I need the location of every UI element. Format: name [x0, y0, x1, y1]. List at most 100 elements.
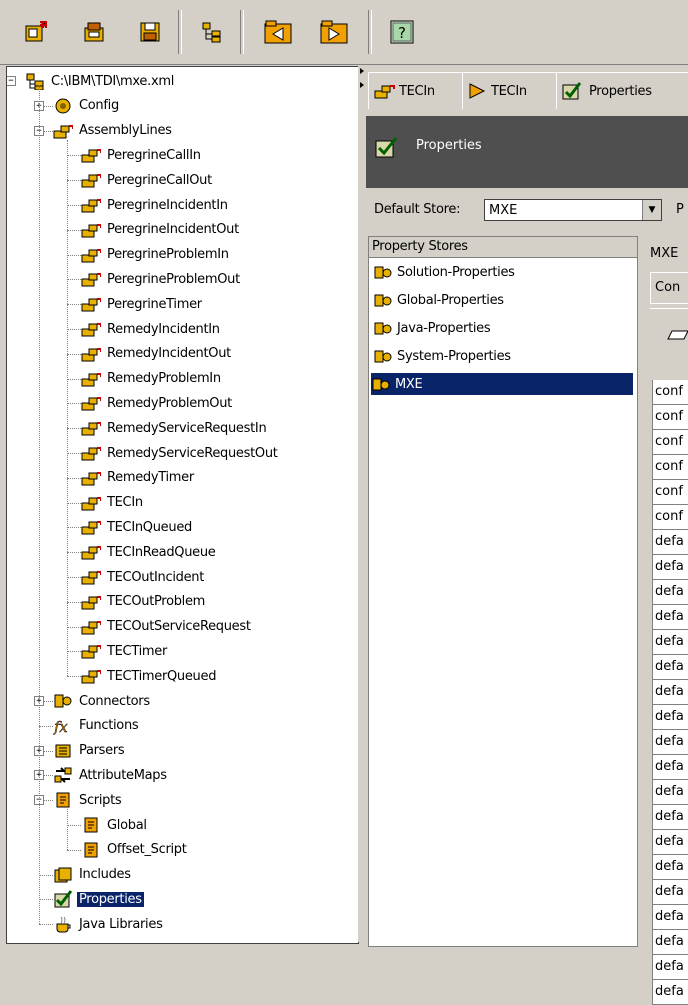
pane-splitter[interactable] [358, 66, 366, 942]
table-cell[interactable]: defa [652, 605, 688, 630]
tab-tecin-1[interactable]: TECIn [368, 72, 468, 109]
tree-item-config[interactable]: Config [53, 95, 121, 117]
gear-icon [53, 97, 73, 115]
table-cell[interactable]: defa [652, 755, 688, 780]
tree-item-assembly-line[interactable]: TECOutProblem [81, 591, 207, 613]
tree-item-script[interactable]: Offset_Script [81, 839, 189, 861]
table-cell[interactable]: defa [652, 705, 688, 730]
table-cell[interactable]: defa [652, 530, 688, 555]
table-cell[interactable]: defa [652, 905, 688, 930]
table-cell[interactable]: defa [652, 630, 688, 655]
table-cell[interactable]: defa [652, 805, 688, 830]
tree-view-button[interactable] [198, 18, 226, 46]
table-cell[interactable]: defa [652, 980, 688, 1005]
tree-connector [67, 626, 81, 628]
tree-item-scripts[interactable]: Scripts [53, 789, 123, 811]
tree-connector [39, 85, 40, 925]
new-assembly-line-button[interactable] [22, 18, 50, 46]
property-store-item[interactable]: System-Properties [373, 345, 511, 367]
tree-item-assembly-line[interactable]: TECTimer [81, 640, 169, 662]
assembly-line-icon [81, 518, 101, 536]
tree-item-assembly-line[interactable]: RemedyServiceRequestOut [81, 442, 280, 464]
tree-item-assembly-line[interactable]: PeregrineCallIn [81, 144, 203, 166]
tree-item-assembly-line[interactable]: TECOutServiceRequest [81, 616, 253, 638]
tree-item-assembly-line[interactable]: PeregrineIncidentIn [81, 194, 230, 216]
table-cell[interactable]: conf [652, 505, 688, 530]
property-store-item[interactable]: MXE [371, 373, 633, 395]
tree-item-assemblylines[interactable]: AssemblyLines [53, 120, 174, 142]
tab-tecin-2[interactable]: TECIn [462, 72, 562, 109]
table-cell[interactable]: defa [652, 855, 688, 880]
tree-item-includes[interactable]: Includes [53, 864, 133, 886]
tab-configuration[interactable]: Con [650, 272, 688, 304]
tree-item-attributemaps[interactable]: AttributeMaps [53, 764, 169, 786]
toolbar-separator [368, 10, 372, 54]
store-extra-label: P [676, 202, 684, 217]
tree-item-assembly-line[interactable]: RemedyProblemOut [81, 392, 234, 414]
collapse-icon[interactable]: − [7, 76, 16, 86]
table-cell[interactable]: conf [652, 480, 688, 505]
tree-item-assembly-line[interactable]: PeregrineProblemOut [81, 268, 242, 290]
tree-item-assembly-line[interactable]: RemedyTimer [81, 467, 196, 489]
table-cell[interactable]: defa [652, 730, 688, 755]
tree-item-assembly-line[interactable]: TECIn [81, 492, 145, 514]
property-store-icon [373, 319, 393, 337]
table-cell[interactable]: defa [652, 580, 688, 605]
table-cell[interactable]: defa [652, 880, 688, 905]
table-cell[interactable]: defa [652, 680, 688, 705]
tree-item-assembly-line[interactable]: TECOutIncident [81, 566, 206, 588]
tree-item-assembly-line[interactable]: RemedyServiceRequestIn [81, 417, 268, 439]
tab-properties[interactable]: Properties [556, 72, 688, 109]
tree-item-script[interactable]: Global [81, 814, 149, 836]
forward-button[interactable] [320, 18, 348, 46]
table-cell[interactable]: conf [652, 380, 688, 405]
tree-item-properties[interactable]: Properties [53, 888, 144, 910]
save-button[interactable] [136, 18, 164, 46]
table-cell[interactable]: defa [652, 780, 688, 805]
tree-item-functions[interactable]: ƒx Functions [53, 715, 140, 737]
tree-connector [67, 403, 81, 405]
property-store-item[interactable]: Solution-Properties [373, 261, 515, 283]
tree-item-parsers[interactable]: Parsers [53, 740, 126, 762]
table-cell[interactable]: defa [652, 830, 688, 855]
table-cell[interactable]: defa [652, 930, 688, 955]
script-icon [53, 791, 73, 809]
tree-item-assembly-line[interactable]: RemedyIncidentOut [81, 343, 233, 365]
table-cell[interactable]: conf [652, 430, 688, 455]
tree-node-label: RemedyProblemOut [107, 395, 232, 411]
splitter-arrows-icon [360, 68, 364, 88]
tree-item-assembly-line[interactable]: PeregrineIncidentOut [81, 219, 241, 241]
property-store-item[interactable]: Global-Properties [373, 289, 504, 311]
tree-connector [67, 527, 81, 529]
tree-connector [67, 453, 81, 454]
help-button[interactable]: ? [388, 18, 416, 46]
table-cell[interactable]: defa [652, 655, 688, 680]
default-store-select[interactable]: MXE ▼ [484, 199, 662, 221]
tree-item-assembly-line[interactable]: TECInReadQueue [81, 541, 217, 563]
table-cell[interactable]: defa [652, 555, 688, 580]
properties-header: Properties [366, 116, 688, 188]
tree-item-assembly-line[interactable]: TECInQueued [81, 516, 194, 538]
property-store-item[interactable]: Java-Properties [373, 317, 491, 339]
tree-item-assembly-line[interactable]: TECTimerQueued [81, 665, 218, 687]
tree-item-java-libraries[interactable]: Java Libraries [53, 913, 165, 935]
tree-item-assembly-line[interactable]: PeregrineCallOut [81, 169, 214, 191]
tree-item-assembly-line[interactable]: RemedyProblemIn [81, 368, 223, 390]
tree-connector [67, 809, 68, 850]
table-cell[interactable]: defa [652, 955, 688, 980]
table-cell[interactable]: conf [652, 455, 688, 480]
new-connector-button[interactable] [80, 18, 108, 46]
tree-node-label: PeregrineCallOut [107, 172, 212, 188]
table-cell[interactable]: conf [652, 405, 688, 430]
tree-root[interactable]: C:\IBM\TDI\mxe.xml [25, 70, 176, 92]
tree-item-assembly-line[interactable]: PeregrineProblemIn [81, 244, 231, 266]
tree-item-connectors[interactable]: Connectors [53, 690, 152, 712]
tree-item-assembly-line[interactable]: RemedyIncidentIn [81, 318, 222, 340]
open-folder-icon[interactable] [666, 327, 688, 343]
tree-item-assembly-line[interactable]: PeregrineTimer [81, 293, 204, 315]
chevron-down-icon[interactable]: ▼ [642, 200, 661, 220]
back-button[interactable] [264, 18, 292, 46]
header-title: Properties [416, 138, 482, 153]
include-icon [53, 866, 73, 884]
project-icon [25, 72, 45, 90]
